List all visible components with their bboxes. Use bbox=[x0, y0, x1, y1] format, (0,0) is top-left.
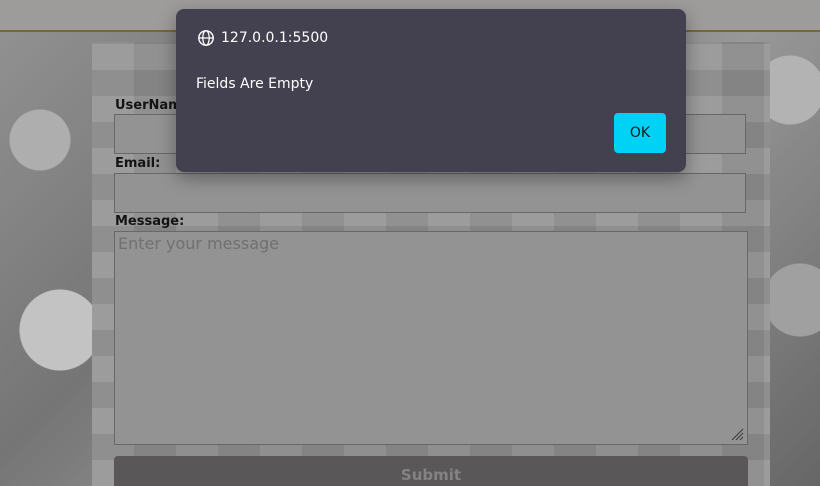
alert-message: Fields Are Empty bbox=[196, 76, 314, 92]
alert-dialog: 127.0.0.1:5500 Fields Are Empty OK bbox=[176, 9, 686, 172]
alert-origin-text: 127.0.0.1:5500 bbox=[221, 30, 329, 46]
globe-icon bbox=[198, 30, 214, 46]
ok-button[interactable]: OK bbox=[614, 113, 666, 153]
alert-origin: 127.0.0.1:5500 bbox=[197, 29, 328, 47]
